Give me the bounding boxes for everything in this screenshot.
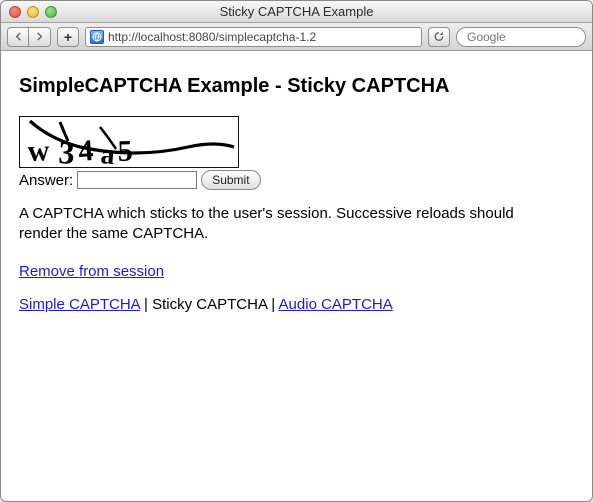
description-text: A CAPTCHA which sticks to the user's ses… <box>19 204 539 245</box>
nav-buttons <box>7 27 51 47</box>
svg-text:5: 5 <box>117 134 133 168</box>
svg-text:w: w <box>27 134 50 168</box>
url-text: http://localhost:8080/simplecaptcha-1.2 <box>108 30 417 44</box>
toolbar: + http://localhost:8080/simplecaptcha-1.… <box>1 23 592 51</box>
audio-captcha-link[interactable]: Audio CAPTCHA <box>279 296 393 313</box>
chevron-right-icon <box>35 32 44 41</box>
traffic-lights <box>9 6 57 18</box>
simple-captcha-link[interactable]: Simple CAPTCHA <box>19 296 140 313</box>
url-bar[interactable]: http://localhost:8080/simplecaptcha-1.2 <box>85 27 422 47</box>
search-bar[interactable] <box>456 27 586 47</box>
remove-from-session-link[interactable]: Remove from session <box>19 263 164 280</box>
answer-label: Answer: <box>19 172 73 189</box>
window-title: Sticky CAPTCHA Example <box>1 4 592 19</box>
separator: | <box>140 296 152 313</box>
answer-row: Answer: Submit <box>19 170 574 190</box>
reload-icon <box>433 30 445 43</box>
zoom-icon[interactable] <box>45 6 57 18</box>
chevron-left-icon <box>14 32 23 41</box>
page-heading: SimpleCAPTCHA Example - Sticky CAPTCHA <box>19 75 574 98</box>
favicon-icon <box>90 30 104 44</box>
sticky-captcha-current: Sticky CAPTCHA <box>152 296 267 313</box>
nav-links: Simple CAPTCHA | Sticky CAPTCHA | Audio … <box>19 296 574 313</box>
captcha-image: w 3 4 a 5 <box>19 116 239 168</box>
add-bookmark-button[interactable]: + <box>57 27 79 47</box>
remove-link-line: Remove from session <box>19 263 574 280</box>
back-button[interactable] <box>7 27 29 47</box>
reload-button[interactable] <box>428 27 450 47</box>
svg-text:a: a <box>99 139 116 169</box>
forward-button[interactable] <box>29 27 51 47</box>
browser-window: Sticky CAPTCHA Example + http://localhos… <box>0 0 593 502</box>
answer-input[interactable] <box>77 171 197 189</box>
search-input[interactable] <box>465 29 593 45</box>
page-content: SimpleCAPTCHA Example - Sticky CAPTCHA w… <box>1 51 592 501</box>
svg-text:3: 3 <box>58 134 76 169</box>
minimize-icon[interactable] <box>27 6 39 18</box>
close-icon[interactable] <box>9 6 21 18</box>
separator: | <box>267 296 278 313</box>
submit-button[interactable]: Submit <box>201 170 260 190</box>
titlebar: Sticky CAPTCHA Example <box>1 1 592 23</box>
svg-text:4: 4 <box>77 134 94 168</box>
